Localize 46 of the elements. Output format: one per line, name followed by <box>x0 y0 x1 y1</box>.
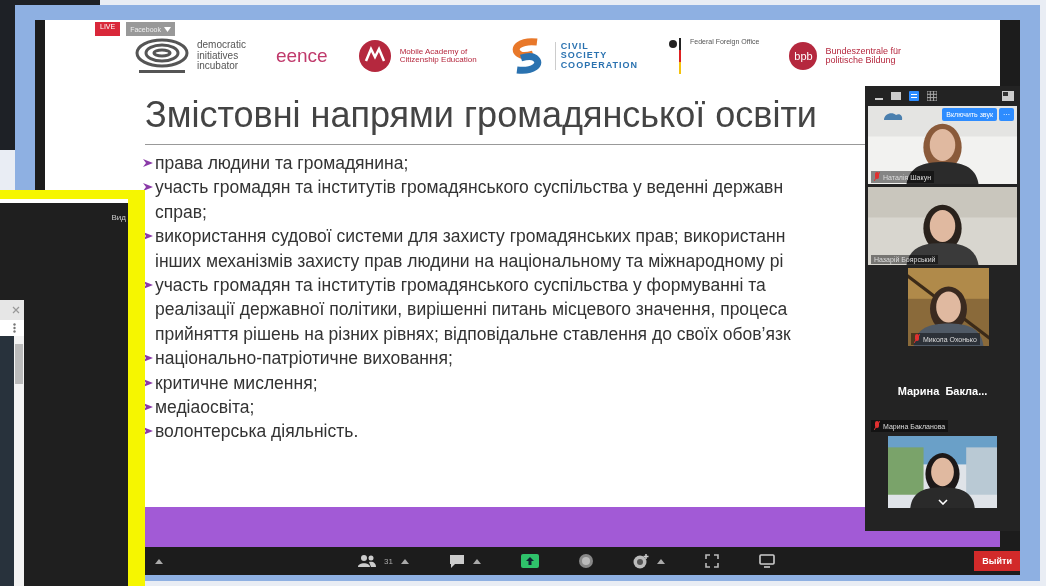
bullet-text: участь громадян та інститутів громадянського суспільства у формуванні та <box>155 274 767 298</box>
layout-icon[interactable] <box>1002 91 1014 101</box>
participants-icon[interactable] <box>358 555 376 567</box>
bullet-text: медіаосвіта; <box>155 396 255 420</box>
chevron-down-icon[interactable] <box>937 499 948 505</box>
bullet-text: інших механізмів захисту прав людини на національному та міжнародному рі <box>155 249 785 273</box>
caret-icon[interactable] <box>400 558 409 564</box>
bullet-text: використання судової системи для захисту громадянських прав; використанн <box>155 225 786 249</box>
bullet-text: волонтерська діяльність. <box>155 420 359 444</box>
leave-button[interactable]: Выйти <box>974 551 1020 571</box>
bullet-text: реалізації державної політики, вирішенні питань місцевого значення, процеса <box>155 298 789 322</box>
caret-icon[interactable] <box>656 558 665 564</box>
reactions-icon[interactable] <box>632 553 649 569</box>
logo-text: democratic initiatives incubator <box>197 40 246 72</box>
logo-text: eence <box>275 46 328 66</box>
caret-icon[interactable] <box>472 558 481 564</box>
record-icon[interactable] <box>578 554 593 568</box>
share-screen-icon[interactable] <box>520 554 539 568</box>
monitor-icon[interactable] <box>758 554 775 568</box>
bullet-text: прийняття рішень на різних рівнях; відповідальне ставлення до своїх обов’язк <box>155 322 791 346</box>
bullet-text: права людини та громадянина; <box>155 152 409 175</box>
grid-icon[interactable] <box>927 91 937 101</box>
bullet-arrow-icon <box>143 158 153 168</box>
view-menu[interactable]: Вид <box>111 213 126 222</box>
cloud-logo-icon <box>882 111 904 121</box>
caret-icon <box>163 26 171 32</box>
list-view-icon[interactable] <box>909 91 919 101</box>
bullet-text: національно-патріотичне виховання; <box>155 347 453 371</box>
chat-icon[interactable] <box>448 554 465 568</box>
circle-logo-icon <box>357 39 392 73</box>
caret-icon[interactable] <box>155 558 163 564</box>
bullet-arrow-icon <box>143 182 153 193</box>
kebab-menu-icon[interactable] <box>13 323 16 333</box>
participant-count: 31 <box>384 556 393 566</box>
bullet-text: справ; <box>155 200 208 224</box>
slide-title: Змістовні напрями громадянської освіти <box>145 94 817 136</box>
bullet-text: участь громадян та інститутів громадянського суспільства у веденні державн <box>155 176 784 200</box>
participant-name: Марина Бакла... <box>897 385 988 397</box>
logo-mark: bpb <box>789 42 818 70</box>
swirl-logo-icon <box>135 38 189 74</box>
bullet-text: критичне мислення; <box>155 371 318 395</box>
eagle-flag-icon <box>667 36 682 76</box>
logo-text: Bundeszentrale für politische Bildung <box>825 46 902 66</box>
logo-text: CIVIL SOCIETY COOPERATION <box>554 41 638 71</box>
logo-text: Mobile Academy of Citizenship Education <box>399 47 477 65</box>
fullscreen-icon[interactable] <box>704 554 719 568</box>
